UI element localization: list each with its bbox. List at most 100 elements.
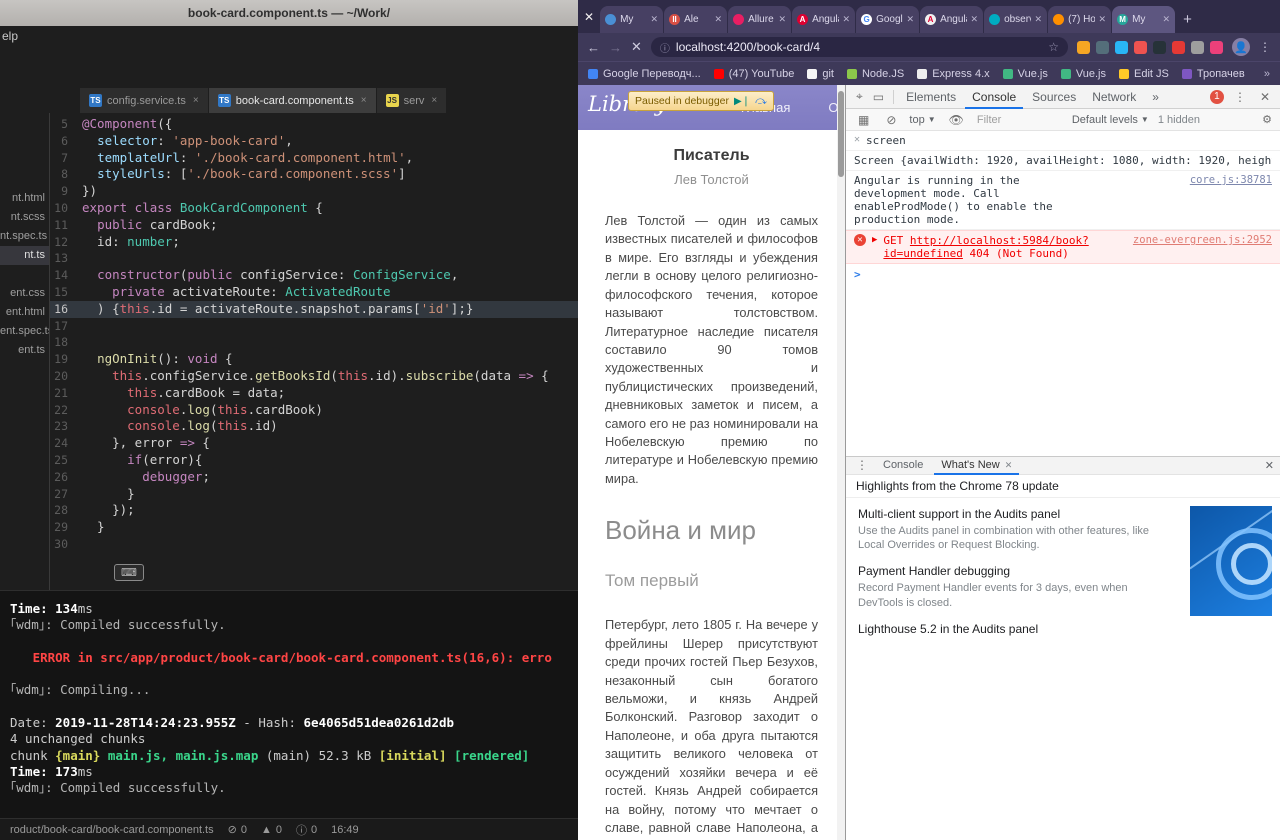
browser-tab[interactable]: AAngula ✕ [920, 6, 984, 33]
code-line[interactable]: 14 constructor(public configService: Con… [50, 267, 578, 284]
url-text[interactable]: localhost:4200/book-card/4 [676, 40, 1042, 54]
close-icon[interactable]: × [431, 95, 437, 106]
problems-errors[interactable]: ⊘ 0 [228, 823, 247, 837]
devtools-tab-network[interactable]: Network [1085, 85, 1143, 109]
drawer-tab[interactable]: Console [876, 456, 930, 475]
code-line[interactable]: 9}) [50, 183, 578, 200]
code-line[interactable]: 7 templateUrl: './book-card.component.ht… [50, 150, 578, 167]
code-line[interactable]: 13 [50, 250, 578, 267]
expand-caret-icon[interactable]: ▶ [872, 234, 877, 245]
sidebar-file[interactable]: nt.ts [0, 246, 49, 265]
stop-reload-icon[interactable]: ✕ [631, 39, 642, 55]
console-error-badge[interactable]: 1 [1209, 89, 1224, 104]
code-line[interactable]: 19 ngOnInit (): void { [50, 351, 578, 368]
code-line[interactable]: 8 styleUrls: ['./book-card.component.scs… [50, 166, 578, 183]
browser-tab[interactable]: M My ✕ [1112, 6, 1176, 33]
extension-icon-ext-6[interactable] [1172, 40, 1185, 54]
code-line[interactable]: 27 } [50, 486, 578, 503]
extension-icon-ext-8[interactable] [1210, 40, 1223, 54]
tab-close-icon[interactable]: ✕ [907, 14, 915, 25]
editor-menubar[interactable]: elp [0, 26, 578, 46]
extension-icon-ext-7[interactable] [1191, 40, 1204, 54]
devtools-tabs-overflow-icon[interactable]: » [1145, 85, 1166, 109]
extension-icon-ext-2[interactable] [1096, 40, 1109, 54]
sidebar-file[interactable]: nt.spec.ts [0, 227, 49, 246]
close-icon[interactable]: ✕ [854, 134, 860, 145]
sidebar-file[interactable]: nt.html [0, 189, 49, 208]
browser-tab[interactable]: My ✕ [600, 6, 664, 33]
sidebar-file[interactable]: ent.spec.ts [0, 322, 49, 341]
browser-tab[interactable]: AAngula ✕ [792, 6, 856, 33]
code-line[interactable]: 16 ) {this .id = activateRoute.snapshot.p… [50, 300, 578, 318]
bookmark-item[interactable]: Edit JS [1119, 68, 1169, 80]
devtools-menu-icon[interactable]: ⋮ [1230, 90, 1250, 104]
whats-new-section-title[interactable]: Multi-client support in the Audits panel [858, 507, 1173, 521]
console-settings-gear-icon[interactable]: ⚙ [1262, 113, 1272, 126]
code-line[interactable]: 30 [50, 536, 578, 553]
code-line[interactable]: 23 console. log(this .id) [50, 418, 578, 435]
sidebar-file[interactable]: ent.css [0, 284, 49, 303]
code-line[interactable]: 6 selector: 'app-book-card', [50, 133, 578, 150]
tab-close-icon[interactable]: ✕ [843, 14, 851, 25]
code-line[interactable]: 17 [50, 318, 578, 335]
bookmarks-overflow-icon[interactable]: » [1264, 68, 1270, 80]
extension-icon-ext-5[interactable] [1153, 40, 1166, 54]
console-filter-input[interactable]: Filter [977, 114, 1063, 126]
extension-icon-ext-3[interactable] [1115, 40, 1128, 54]
drawer-close-icon[interactable]: ✕ [1265, 459, 1274, 472]
inspect-element-icon[interactable]: ⌖ [852, 89, 867, 104]
context-selector[interactable]: top ▼ [909, 114, 935, 126]
tab-close-icon[interactable]: ✕ [971, 14, 979, 25]
bookmark-item[interactable]: Vue.js [1002, 68, 1048, 80]
log-levels-selector[interactable]: Default levels ▼ [1072, 114, 1149, 126]
extension-icon-ext-4[interactable] [1134, 40, 1147, 54]
profile-avatar[interactable]: 👤 [1232, 38, 1250, 56]
tab-close-icon[interactable]: ✕ [1163, 14, 1171, 25]
site-info-icon[interactable]: ⓘ [660, 40, 670, 55]
tab-close-icon[interactable]: ✕ [651, 14, 659, 25]
bookmark-item[interactable]: Express 4.x [917, 68, 990, 80]
devtools-tab-elements[interactable]: Elements [899, 85, 963, 109]
source-location-link[interactable]: zone-evergreen.js:2952 [1133, 234, 1272, 246]
code-area[interactable]: 5 @Component({6 selector: 'app-book-card'… [50, 113, 578, 554]
tab-close-icon[interactable]: ✕ [715, 14, 723, 25]
code-line[interactable]: 24 }, error => { [50, 435, 578, 452]
address-bar[interactable]: ⓘ localhost:4200/book-card/4 ☆ [650, 37, 1068, 57]
code-line[interactable]: 25 if (error){ [50, 452, 578, 469]
sidebar-file[interactable]: nt.scss [0, 208, 49, 227]
tab-close-icon[interactable]: ✕ [1005, 460, 1013, 471]
step-over-icon[interactable]: ⤼ [755, 95, 767, 108]
code-line[interactable]: 22 console. log(this .cardBook) [50, 402, 578, 419]
resume-script-icon[interactable]: ▶❘ [734, 96, 750, 107]
devtools-tab-sources[interactable]: Sources [1025, 85, 1083, 109]
code-line[interactable]: 21 this .cardBook = data; [50, 385, 578, 402]
tab-close-icon[interactable]: ✕ [1099, 14, 1107, 25]
bookmark-item[interactable]: Тропачев [1181, 68, 1245, 80]
devtools-close-icon[interactable]: ✕ [1256, 90, 1274, 104]
new-tab-button[interactable]: + [1183, 11, 1192, 28]
editor-tab[interactable]: TS config.service.ts × [80, 88, 208, 113]
browser-tab[interactable]: (7) Ho ✕ [1048, 6, 1112, 33]
code-line[interactable]: 26 debugger; [50, 469, 578, 486]
problems-infos[interactable]: ⓘ 0 [296, 822, 317, 838]
bookmark-item[interactable]: Vue.js [1060, 68, 1106, 80]
code-line[interactable]: 29 } [50, 519, 578, 536]
whats-new-section-title[interactable]: Lighthouse 5.2 in the Audits panel [858, 622, 1173, 636]
terminal-output[interactable]: Time: 134ms ｢wdm｣: Compiled successfully.… [0, 590, 578, 818]
window-close-icon[interactable]: ✕ [584, 10, 594, 24]
browser-menu-icon[interactable]: ⋮ [1259, 40, 1271, 54]
editor-tab[interactable]: TS book-card.component.ts × [208, 88, 376, 113]
code-line[interactable]: 20 this .configService. getBooksId(this .id… [50, 368, 578, 385]
browser-tab[interactable]: observ ✕ [984, 6, 1048, 33]
close-icon[interactable]: × [193, 95, 199, 106]
browser-tab[interactable]: GGoogle ✕ [856, 6, 920, 33]
bookmark-item[interactable]: Google Переводч... [588, 68, 701, 80]
code-line[interactable]: 12 id: number; [50, 234, 578, 251]
console-prompt[interactable]: > [846, 264, 1280, 285]
code-line[interactable]: 15 private activateRoute: ActivatedRoute [50, 284, 578, 301]
live-expression-eye-icon[interactable]: 👁 [945, 113, 968, 127]
forward-icon[interactable]: → [609, 40, 622, 55]
editor-tab[interactable]: JS serv × [376, 88, 447, 113]
extension-icon-ext-1[interactable] [1077, 40, 1090, 54]
bookmark-item[interactable]: git [807, 68, 834, 80]
